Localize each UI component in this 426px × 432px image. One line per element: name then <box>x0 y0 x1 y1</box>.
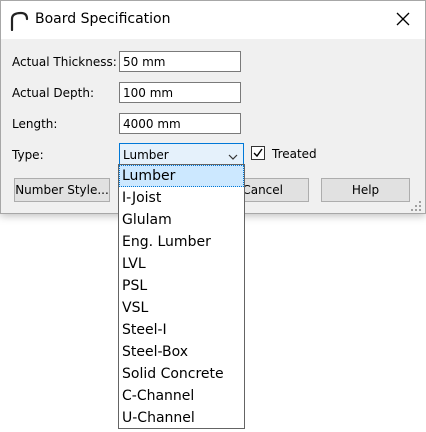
type-dropdown-list: Lumber I-Joist Glulam Eng. Lumber LVL PS… <box>118 164 245 429</box>
title-bar[interactable]: Board Specification <box>1 1 425 39</box>
dropdown-option[interactable]: Glulam <box>119 209 244 231</box>
depth-field[interactable]: 100 mm <box>119 82 241 103</box>
dropdown-option[interactable]: U-Channel <box>119 407 244 429</box>
dropdown-option[interactable]: C-Channel <box>119 385 244 407</box>
arch-icon <box>9 11 29 32</box>
close-icon <box>396 12 410 29</box>
dropdown-option[interactable]: Steel-I <box>119 319 244 341</box>
dropdown-option[interactable]: LVL <box>119 253 244 275</box>
number-style-button[interactable]: Number Style... <box>14 178 110 202</box>
thickness-label: Actual Thickness: <box>12 55 117 69</box>
dropdown-option[interactable]: VSL <box>119 297 244 319</box>
chevron-down-icon <box>228 150 238 160</box>
dropdown-option[interactable]: Lumber <box>119 165 244 187</box>
thickness-field[interactable]: 50 mm <box>119 51 241 72</box>
type-label: Type: <box>12 148 44 162</box>
treated-label[interactable]: Treated <box>272 147 317 161</box>
dropdown-option[interactable]: Steel-Box <box>119 341 244 363</box>
help-button[interactable]: Help <box>321 178 410 202</box>
length-field[interactable]: 4000 mm <box>119 113 241 134</box>
dropdown-option[interactable]: Solid Concrete <box>119 363 244 385</box>
type-select[interactable]: Lumber <box>119 143 244 165</box>
dropdown-option[interactable]: I-Joist <box>119 187 244 209</box>
type-select-value: Lumber <box>123 148 169 162</box>
dropdown-option[interactable]: Eng. Lumber <box>119 231 244 253</box>
dropdown-option[interactable]: PSL <box>119 275 244 297</box>
dialog-title: Board Specification <box>35 11 171 27</box>
treated-checkbox[interactable] <box>251 146 265 160</box>
resize-grip-icon[interactable] <box>411 200 421 211</box>
length-label: Length: <box>12 117 58 131</box>
close-button[interactable] <box>381 1 425 39</box>
depth-label: Actual Depth: <box>12 86 95 100</box>
